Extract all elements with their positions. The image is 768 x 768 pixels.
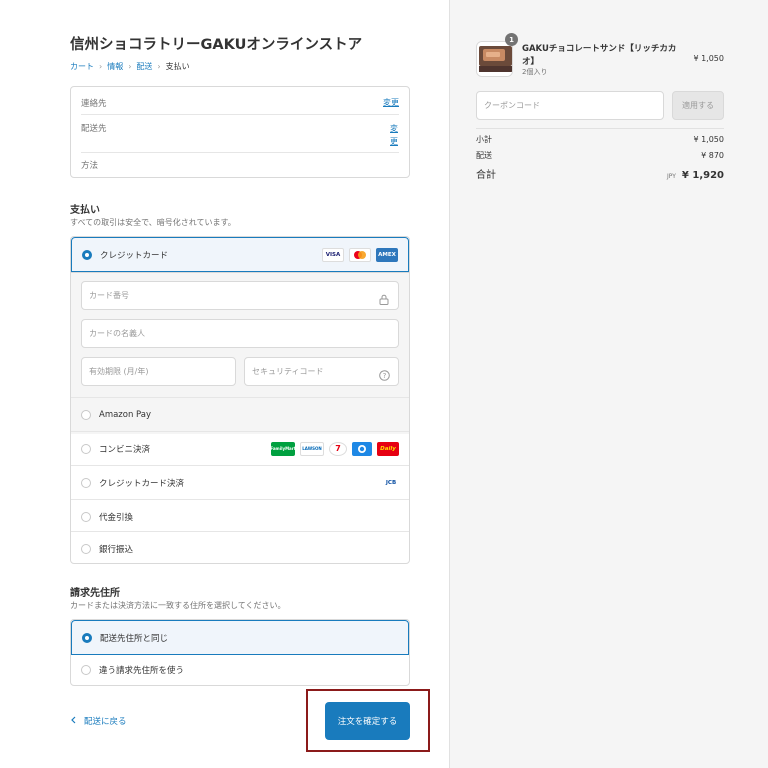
total-label: 合計 — [476, 170, 496, 181]
radio-selected[interactable] — [82, 249, 92, 260]
familymart-icon: FamilyMart — [270, 441, 296, 456]
visa-icon: VISA — [322, 247, 344, 262]
card-name-field[interactable]: カードの名義人 — [81, 319, 399, 348]
breadcrumb-payment: 支払い — [165, 62, 190, 71]
radio[interactable] — [81, 443, 91, 454]
back-label: 配送に戻る — [84, 717, 127, 727]
review-contact: 連絡先 変更 — [71, 97, 409, 109]
lawson-icon: LAWSON — [300, 441, 324, 456]
radio[interactable] — [81, 409, 91, 420]
shipping-label: 配送先 — [81, 124, 107, 134]
shipping-row: 配送 ¥ 870 — [476, 150, 724, 161]
payment-title: 支払い — [70, 205, 100, 216]
product-variant: 2個入り — [522, 68, 548, 76]
seven-eleven-icon: 7 — [329, 441, 347, 456]
expiry-field[interactable]: 有効期限 (月/年) — [81, 357, 236, 386]
lock-icon — [379, 290, 389, 309]
quantity-badge: 1 — [505, 33, 518, 46]
cod-label: 代金引換 — [99, 512, 134, 523]
jcb-logos: JCB — [383, 475, 399, 490]
radio[interactable] — [81, 665, 91, 675]
payment-subtitle: すべての取引は安全で、暗号化されています。 — [70, 218, 236, 227]
credit-card2-label: クレジットカード決済 — [99, 478, 185, 489]
payment-option-credit-card-2[interactable]: クレジットカード決済 JCB — [71, 465, 409, 499]
divider — [81, 114, 399, 115]
billing-subtitle: カードまたは決済方法に一致する住所を選択してください。 — [70, 601, 286, 610]
credit-card-label: クレジットカード — [100, 250, 169, 261]
billing-different-label: 違う請求先住所を使う — [99, 666, 185, 676]
change-contact-link[interactable]: 変更 — [383, 97, 399, 108]
billing-same-label: 配送先住所と同じ — [100, 633, 169, 644]
radio[interactable] — [81, 511, 91, 522]
payment-option-credit-card[interactable]: クレジットカード VISA AMEX — [71, 237, 409, 272]
daily-yamazaki-icon: Daily — [377, 441, 399, 456]
amazon-pay-label: Amazon Pay — [99, 409, 152, 420]
total-row: 合計 JPY ¥ 1,920 — [476, 166, 724, 181]
currency-code: JPY — [667, 173, 676, 180]
billing-title: 請求先住所 — [70, 588, 120, 599]
chevron-left-icon — [70, 716, 76, 727]
radio[interactable] — [81, 477, 91, 488]
product-thumbnail — [476, 41, 513, 77]
chevron-right-icon: › — [99, 62, 103, 71]
change-shipping-link[interactable]: 変更 — [390, 122, 399, 148]
checkout-main: 信州ショコラトリーGAKUオンラインストア カート › 情報 › 配送 › 支払… — [0, 0, 449, 768]
payment-option-amazon-pay[interactable]: Amazon Pay — [71, 397, 409, 431]
subtotal-label: 小計 — [476, 135, 492, 144]
complete-order-button[interactable]: 注文を確定する — [325, 702, 410, 740]
subtotal-row: 小計 ¥ 1,050 — [476, 134, 724, 145]
store-title: 信州ショコラトリーGAKUオンラインストア — [70, 37, 363, 53]
mastercard-icon — [349, 247, 371, 262]
review-method: 方法 — [71, 159, 409, 171]
svg-text:?: ? — [383, 372, 387, 380]
jcb-icon: JCB — [383, 475, 399, 490]
ministop-icon — [352, 441, 372, 456]
product-name: GAKUチョコレートサンド【リッチカカオ】 — [522, 44, 677, 67]
payment-methods: クレジットカード VISA AMEX カード番号 カードの名義人 有効期限 (月… — [70, 236, 410, 564]
payment-option-conveni[interactable]: コンビニ決済 FamilyMart LAWSON 7 Daily — [71, 431, 409, 465]
subtotal-value: ¥ 1,050 — [693, 135, 724, 144]
total-value-group: JPY ¥ 1,920 — [667, 170, 724, 181]
chevron-right-icon: › — [128, 62, 132, 71]
billing-option-same[interactable]: 配送先住所と同じ — [71, 620, 409, 655]
divider — [81, 152, 399, 153]
billing-option-different[interactable]: 違う請求先住所を使う — [71, 653, 409, 685]
help-icon[interactable]: ? — [379, 366, 390, 385]
product-price: ¥ 1,050 — [693, 54, 724, 63]
shipping-cost-label: 配送 — [476, 151, 492, 160]
breadcrumb: カート › 情報 › 配送 › 支払い — [70, 61, 190, 72]
payment-option-bank[interactable]: 銀行振込 — [71, 531, 409, 563]
method-label: 方法 — [81, 161, 99, 171]
breadcrumb-shipping[interactable]: 配送 — [136, 61, 152, 72]
contact-label: 連絡先 — [81, 99, 107, 109]
amex-icon: AMEX — [376, 247, 398, 262]
review-shipping: 配送先 変更 — [71, 122, 409, 146]
conveni-logos: FamilyMart LAWSON 7 Daily — [270, 441, 399, 456]
coupon-input[interactable]: クーポンコード — [476, 91, 664, 120]
divider — [476, 128, 724, 129]
breadcrumb-info[interactable]: 情報 — [107, 61, 123, 72]
review-box: 連絡先 変更 配送先 変更 方法 — [70, 86, 410, 178]
security-code-field[interactable]: セキュリティコード — [244, 357, 399, 386]
payment-option-cod[interactable]: 代金引換 — [71, 499, 409, 533]
apply-coupon-button[interactable]: 適用する — [672, 91, 724, 120]
conveni-label: コンビニ決済 — [99, 444, 151, 455]
shipping-cost-value: ¥ 870 — [701, 151, 724, 160]
back-to-shipping-link[interactable]: 配送に戻る — [70, 715, 127, 727]
billing-options: 配送先住所と同じ 違う請求先住所を使う — [70, 619, 410, 686]
card-logos: VISA AMEX — [322, 247, 398, 262]
radio[interactable] — [81, 543, 91, 554]
breadcrumb-cart[interactable]: カート — [70, 61, 94, 72]
chevron-right-icon: › — [157, 62, 161, 71]
radio-selected[interactable] — [82, 632, 92, 643]
bank-label: 銀行振込 — [99, 544, 134, 555]
total-value: ¥ 1,920 — [681, 170, 724, 181]
card-number-field[interactable]: カード番号 — [81, 281, 399, 310]
